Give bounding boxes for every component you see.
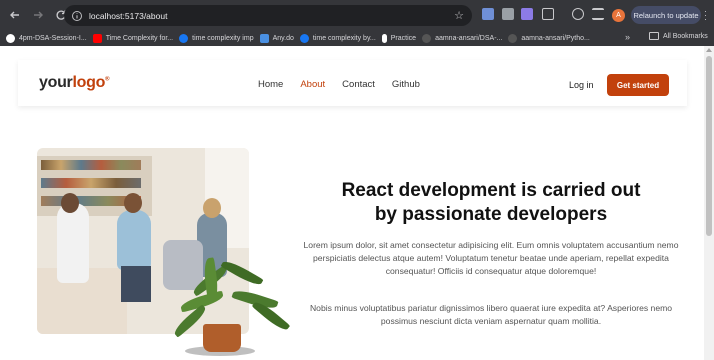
browser-menu-icon[interactable]: · · · bbox=[704, 7, 707, 24]
forward-button[interactable] bbox=[28, 5, 48, 25]
nav-link-contact[interactable]: Contact bbox=[342, 79, 375, 90]
hero-image bbox=[37, 148, 249, 334]
person-man-center bbox=[117, 210, 151, 270]
github-icon bbox=[508, 33, 518, 43]
bookmark-label: Practice bbox=[390, 34, 417, 42]
reading-list-icon[interactable] bbox=[592, 8, 604, 20]
person-head bbox=[203, 198, 221, 218]
logo-text-logo: logo bbox=[72, 74, 106, 91]
browser-chrome: localhost:5173/about ☆ A Relaunch to upd… bbox=[0, 0, 714, 46]
youtube-icon bbox=[92, 33, 102, 43]
books bbox=[41, 160, 141, 170]
bookmarks-bar: 4pm-DSA-Session-I... Time Complexity for… bbox=[0, 30, 714, 46]
browser-toolbar: localhost:5173/about ☆ A Relaunch to upd… bbox=[0, 0, 714, 30]
page-content: yourlogo® Home About Contact Github Log … bbox=[0, 46, 704, 360]
headline-line-2: by passionate developers bbox=[374, 204, 608, 225]
site-info-icon[interactable] bbox=[71, 10, 83, 22]
github-icon bbox=[422, 33, 432, 43]
folder-icon bbox=[649, 32, 659, 40]
bookmark-item[interactable]: Time Complexity for... bbox=[92, 33, 174, 43]
bookmark-label: Time Complexity for... bbox=[105, 34, 174, 42]
anydo-icon bbox=[259, 33, 269, 43]
bookmark-item[interactable]: aamna-ansari/Pytho... bbox=[508, 33, 590, 43]
site-logo[interactable]: yourlogo® bbox=[39, 74, 109, 92]
bookmark-label: time complexity imp bbox=[192, 34, 254, 42]
person-head bbox=[61, 193, 79, 213]
extension-icon-3[interactable] bbox=[521, 8, 533, 20]
registered-mark: ® bbox=[105, 76, 110, 83]
more-bookmarks-icon[interactable]: » bbox=[625, 32, 630, 42]
bookmark-item[interactable]: Practice bbox=[381, 33, 417, 43]
facebook-icon bbox=[179, 33, 189, 43]
bookmark-label: time complexity by... bbox=[312, 34, 376, 42]
books bbox=[41, 178, 141, 188]
bookmark-item[interactable]: 4pm-DSA-Session-I... bbox=[6, 33, 87, 43]
login-link[interactable]: Log in bbox=[569, 80, 594, 90]
extensions-puzzle-icon[interactable] bbox=[542, 8, 554, 20]
hero-headline: React development is carried out by pass… bbox=[300, 179, 682, 227]
person-woman-left bbox=[57, 203, 89, 283]
headline-line-1: React development is carried out bbox=[341, 180, 641, 201]
bookmark-star-icon[interactable]: ☆ bbox=[454, 9, 464, 22]
nav-links: Home About Contact Github bbox=[258, 79, 437, 90]
arrow-right-icon bbox=[34, 11, 43, 19]
sync-icon[interactable] bbox=[572, 8, 584, 20]
nav-link-github[interactable]: Github bbox=[392, 79, 420, 90]
nav-link-about[interactable]: About bbox=[300, 79, 325, 90]
bookmark-label: aamna-ansari/Pytho... bbox=[521, 34, 590, 42]
chair bbox=[163, 240, 203, 290]
get-started-button[interactable]: Get started bbox=[607, 74, 669, 96]
all-bookmarks-label: All Bookmarks bbox=[663, 32, 708, 40]
extension-icon-1[interactable] bbox=[482, 8, 494, 20]
person-legs bbox=[121, 266, 151, 302]
bookmark-item[interactable]: time complexity by... bbox=[299, 33, 376, 43]
scrollbar-thumb[interactable] bbox=[706, 56, 712, 236]
hero-paragraph-2: Nobis minus voluptatibus pariatur dignis… bbox=[309, 303, 673, 326]
extension-icon-2[interactable] bbox=[502, 8, 514, 20]
mic-icon bbox=[381, 33, 387, 43]
bookmark-label: Any.do bbox=[272, 34, 294, 42]
plant-pot bbox=[203, 324, 241, 352]
bookmark-item[interactable]: Any.do bbox=[259, 33, 294, 43]
facebook-icon bbox=[299, 33, 309, 43]
site-navbar: yourlogo® Home About Contact Github Log … bbox=[18, 60, 687, 106]
profile-avatar[interactable]: A bbox=[612, 9, 625, 22]
address-bar[interactable]: localhost:5173/about ☆ bbox=[64, 5, 472, 26]
bookmark-item[interactable]: time complexity imp bbox=[179, 33, 254, 43]
page-scrollbar[interactable] bbox=[704, 46, 714, 360]
arrow-left-icon bbox=[10, 11, 19, 19]
all-bookmarks-button[interactable]: All Bookmarks bbox=[649, 32, 708, 40]
person-head bbox=[124, 193, 142, 213]
back-button[interactable] bbox=[5, 5, 25, 25]
bookmark-label: aamna-ansari/DSA-... bbox=[435, 34, 503, 42]
bookmark-label: 4pm-DSA-Session-I... bbox=[19, 34, 87, 42]
url-text: localhost:5173/about bbox=[89, 10, 168, 21]
bookmark-item[interactable]: aamna-ansari/DSA-... bbox=[422, 33, 503, 43]
relaunch-button[interactable]: Relaunch to update bbox=[631, 6, 701, 24]
logo-text-your: your bbox=[39, 74, 73, 91]
nav-link-home[interactable]: Home bbox=[258, 79, 283, 90]
hero-paragraph-1: Lorem ipsum dolor, sit amet consectetur … bbox=[303, 240, 679, 276]
scroll-up-icon[interactable] bbox=[706, 48, 712, 52]
github-icon bbox=[6, 33, 15, 43]
